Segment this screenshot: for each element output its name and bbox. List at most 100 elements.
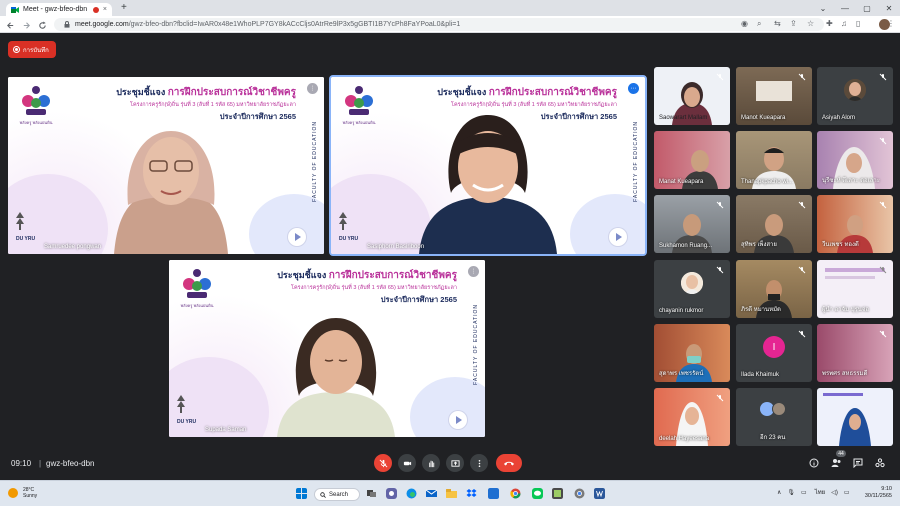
reload-icon[interactable] — [36, 19, 48, 31]
brand-label: DU YRU — [16, 236, 36, 242]
mic-off-icon — [878, 265, 887, 274]
tab-search-icon[interactable]: ⌄ — [812, 0, 834, 16]
participant-tile[interactable]: Manat Kueapara — [654, 131, 730, 189]
more-options-button[interactable] — [470, 454, 488, 472]
system-clock[interactable]: 9:10 30/11/2565 — [865, 486, 892, 500]
tile-options-button[interactable]: ⋮ — [468, 266, 479, 277]
battery-icon[interactable]: ▭ — [844, 489, 850, 496]
translate-icon[interactable]: ⇆ — [774, 19, 781, 28]
people-button[interactable] — [830, 457, 842, 469]
url-path: /gwz-bfeo-dbn?fbclid=IwAR0x48e1WhoPLP7GY… — [128, 21, 461, 28]
recording-dot-icon — [92, 6, 99, 13]
participant-tile[interactable]: Manot Kueapara — [736, 67, 812, 125]
mic-off-icon — [878, 72, 887, 81]
recording-button[interactable]: การบันทึก — [8, 41, 56, 58]
mic-off-icon — [797, 329, 806, 338]
raise-hand-button[interactable] — [422, 454, 440, 472]
show-hidden-icons-icon[interactable]: ∧ — [777, 489, 781, 496]
mic-off-icon — [379, 459, 388, 468]
chat-button[interactable] — [852, 457, 864, 469]
participant-tile[interactable]: นุรีซะห์ ตีเลาะ ดอเลาะ — [817, 131, 893, 189]
tile-options-button[interactable]: ⋯ — [628, 83, 639, 94]
file-explorer-icon[interactable] — [446, 488, 457, 499]
word-icon[interactable] — [594, 488, 605, 499]
participant-name: วีนเพชร ทองดี — [822, 242, 859, 248]
activities-button[interactable] — [874, 457, 886, 469]
minimize-button[interactable]: — — [834, 0, 856, 16]
meeting-code: gwz-bfeo-dbn — [46, 459, 95, 468]
forward-arrow-icon[interactable] — [20, 19, 32, 31]
zoom-icon[interactable]: ⌕ — [757, 19, 761, 29]
participant-tile[interactable]: deelah Hayeesana — [654, 388, 730, 446]
lock-icon — [64, 21, 70, 28]
mic-toggle-button[interactable] — [374, 454, 392, 472]
side-panel-icon[interactable]: ▯ — [856, 19, 860, 28]
participant-tile[interactable]: Sukhamon Ruang... — [654, 195, 730, 253]
brand-label: DU YRU — [177, 419, 197, 425]
bookmark-star-icon[interactable]: ☆ — [807, 19, 814, 28]
taskbar-search[interactable]: Search — [314, 488, 360, 501]
search-icon — [320, 491, 326, 498]
people-icon — [831, 459, 840, 467]
mail-icon[interactable] — [426, 488, 437, 499]
participant-tile[interactable] — [817, 388, 893, 446]
participant-tile[interactable]: สุดาพร เพชรรัตน์ — [654, 324, 730, 382]
input-language[interactable]: ไทย — [815, 487, 826, 497]
main-video-tile-1[interactable]: พลังครู พลังแผ่นดิน ประชุมชี้แจง การฝึกป… — [8, 77, 324, 254]
maximize-button[interactable]: ▢ — [856, 0, 878, 16]
camera-toggle-button[interactable] — [398, 454, 416, 472]
address-bar[interactable]: meet.google.com/gwz-bfeo-dbn?fbclid=IwAR… — [54, 18, 824, 31]
media-control-icon[interactable]: ♫ — [841, 19, 847, 28]
avatar — [681, 272, 703, 294]
app-icon[interactable] — [552, 488, 563, 499]
camera-icon — [403, 459, 412, 468]
app-icon[interactable] — [488, 488, 499, 499]
microphone-icon[interactable]: 🎙 — [787, 489, 795, 496]
leave-call-button[interactable] — [496, 454, 522, 472]
participant-name: สุดาพร เพชรรัตน์ — [659, 371, 704, 377]
participant-tile-others[interactable]: อีก 23 คน — [736, 388, 812, 446]
meet-stage: การบันทึก พลังครู พลังแผ่นดิน ประชุมชี้แ… — [0, 34, 900, 480]
participant-tile[interactable]: I Ilada Khaimuk — [736, 324, 812, 382]
participant-tile[interactable]: สุทิพร เพ็งสาย — [736, 195, 812, 253]
faculty-label: FACULTY OF EDUCATION — [312, 121, 318, 202]
participant-tile[interactable]: chayanin rukmor — [654, 260, 730, 318]
edge-browser-icon[interactable] — [406, 488, 417, 499]
participant-name: ภิรดี หมานหมัด — [741, 307, 781, 313]
close-window-button[interactable]: ✕ — [878, 0, 900, 16]
windows-start-icon[interactable] — [296, 488, 307, 499]
main-video-tile-3[interactable]: พลังครู พลังแผ่นดิน ประชุมชี้แจง การฝึกป… — [169, 260, 485, 437]
task-view-icon[interactable] — [366, 488, 377, 499]
network-icon[interactable]: ▭ — [801, 489, 807, 496]
profile-avatar[interactable] — [879, 19, 890, 30]
main-video-tile-2[interactable]: พลังครู พลังแผ่นดิน ประชุมชี้แจง การฝึกป… — [329, 75, 647, 256]
participant-tile[interactable]: Saowarart Mallam — [654, 67, 730, 125]
back-arrow-icon[interactable] — [4, 19, 16, 31]
mic-off-icon — [715, 393, 724, 402]
participant-tile[interactable]: ภิรดี หมานหมัด — [736, 260, 812, 318]
participant-tile[interactable]: Thanapkpacho wi... — [736, 131, 812, 189]
line-app-icon[interactable] — [532, 488, 543, 499]
new-tab-button[interactable]: + — [121, 2, 127, 13]
weather-widget[interactable]: 28°C Sunny — [8, 487, 37, 499]
chat-app-icon[interactable] — [386, 488, 397, 499]
extensions-puzzle-icon[interactable]: ✚ — [826, 19, 833, 28]
browser-tab-meet[interactable]: Meet - gwz-bfeo-dbn × — [6, 3, 112, 16]
tile-options-button[interactable]: ⋮ — [307, 83, 318, 94]
participant-tile[interactable]: พรพศร สหธรรมดี — [817, 324, 893, 382]
dropbox-icon[interactable] — [466, 488, 477, 499]
participant-tile[interactable]: Asiyah Alom — [817, 67, 893, 125]
present-screen-button[interactable] — [446, 454, 464, 472]
present-icon — [450, 459, 460, 468]
hand-icon — [427, 459, 436, 468]
close-tab-icon[interactable]: × — [103, 6, 107, 13]
meeting-info-button[interactable] — [808, 457, 820, 469]
camera-in-use-icon[interactable]: ◉ — [741, 19, 748, 28]
participant-tile[interactable]: ผู้นำ อาจัม ปุรุ่นจ่อ — [817, 260, 893, 318]
chrome-icon[interactable] — [510, 488, 521, 499]
share-icon[interactable]: ⇪ — [790, 19, 797, 28]
participant-tile[interactable]: วีนเพชร ทองดี — [817, 195, 893, 253]
volume-icon[interactable]: ◁) — [831, 489, 838, 496]
chrome-icon[interactable] — [574, 488, 585, 499]
participant-name: Sukhamon Ruang... — [659, 243, 713, 249]
